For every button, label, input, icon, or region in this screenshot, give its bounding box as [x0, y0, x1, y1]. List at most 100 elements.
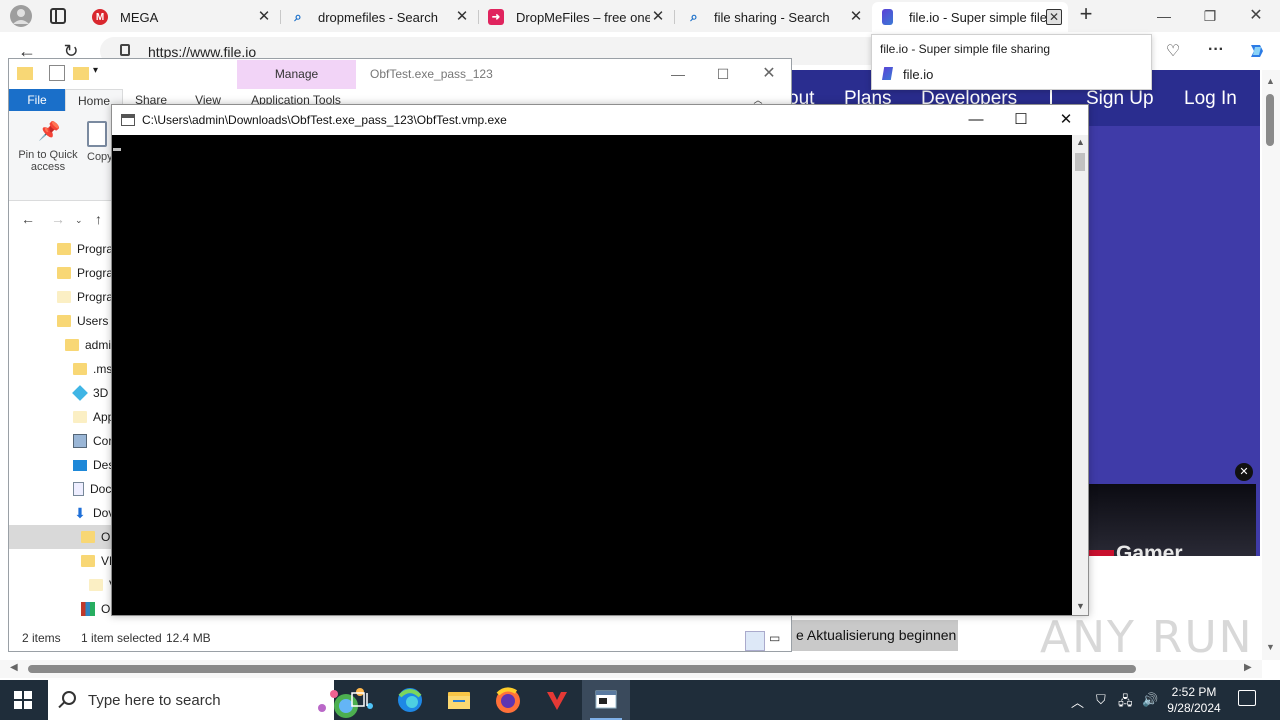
tree-item[interactable]: Progra — [57, 237, 113, 261]
tree-item[interactable]: O — [81, 597, 110, 621]
scroll-right-icon[interactable]: ▶ — [1244, 662, 1252, 673]
tree-item-selected[interactable]: O — [9, 525, 113, 549]
up-arrow-icon[interactable]: ↑ — [95, 211, 102, 227]
maximize-button[interactable]: ☐ — [712, 63, 734, 85]
forward-arrow-icon[interactable]: → — [51, 211, 65, 227]
pin-icon: 📌 — [38, 121, 61, 141]
scroll-thumb[interactable] — [1075, 153, 1085, 171]
browser-tab-dropmefiles[interactable]: ➜ DropMeFiles – free one-c ✕ — [482, 4, 672, 30]
page-vertical-scrollbar[interactable]: ▲ ▼ — [1262, 70, 1280, 660]
console-output[interactable] — [112, 135, 1072, 615]
back-arrow-icon[interactable]: ← — [21, 211, 35, 227]
tree-item[interactable]: V — [89, 573, 113, 597]
tree-item[interactable]: Progra — [57, 261, 113, 285]
copilot-icon[interactable] — [1246, 41, 1268, 61]
task-view-button[interactable] — [336, 680, 384, 720]
tree-item[interactable]: Progra — [57, 285, 113, 309]
update-button[interactable]: e Aktualisierung beginnen — [790, 620, 958, 651]
chevron-up-icon[interactable]: ︿ — [1071, 692, 1084, 711]
browser-tab-mega[interactable]: M MEGA ✕ — [86, 4, 278, 30]
maximize-button[interactable]: ☐ — [1010, 110, 1032, 130]
more-options-icon[interactable]: ··· — [1205, 41, 1227, 61]
new-folder-icon[interactable] — [73, 67, 89, 80]
tree-item[interactable]: Cor — [73, 429, 112, 453]
firefox-taskbar-button[interactable] — [484, 680, 532, 720]
console-taskbar-button[interactable] — [582, 680, 630, 720]
restore-button[interactable]: ❐ — [1200, 6, 1220, 26]
tree-item[interactable]: Users — [57, 309, 108, 333]
pin-to-quick-access-button[interactable]: 📌 Pin to Quick access — [15, 121, 81, 173]
tree-label: Doc — [90, 482, 112, 496]
minimize-button[interactable]: — — [667, 63, 689, 85]
browser-tab-fileio[interactable]: file.io - Super simple file ✕ — [872, 2, 1068, 32]
console-window: C:\Users\admin\Downloads\ObfTest.exe_pas… — [111, 104, 1089, 616]
close-icon[interactable]: ✕ — [1046, 9, 1062, 25]
tree-item[interactable]: VM — [81, 549, 113, 573]
close-window-button[interactable]: ✕ — [1246, 6, 1266, 26]
explorer-status-bar: 2 items 1 item selected 12.4 MB ▭ — [9, 625, 791, 651]
firefox-icon — [496, 687, 520, 713]
console-app-icon — [121, 114, 135, 126]
close-icon[interactable]: ✕ — [848, 9, 864, 25]
defender-icon[interactable]: ⛉ — [1096, 692, 1106, 708]
tab-hover-card: file.io - Super simple file sharing file… — [871, 34, 1152, 90]
chevron-down-icon[interactable]: ⌄ — [75, 215, 83, 226]
close-window-button[interactable]: ✕ — [758, 63, 780, 85]
edge-taskbar-button[interactable] — [386, 680, 434, 720]
close-icon[interactable]: ✕ — [1235, 463, 1253, 481]
notification-icon[interactable] — [1238, 690, 1256, 706]
details-view-icon[interactable] — [745, 631, 765, 651]
tree-label: Progra — [77, 266, 113, 280]
tab-actions-icon[interactable] — [50, 8, 66, 24]
scroll-thumb[interactable] — [28, 665, 1136, 673]
scroll-up-icon[interactable]: ▲ — [1266, 76, 1275, 86]
profile-icon[interactable] — [8, 4, 34, 28]
network-icon[interactable]: 🖧 — [1118, 692, 1133, 714]
browser-tab-dropmefiles-search[interactable]: ⌕ dropmefiles - Search ✕ — [284, 4, 476, 30]
browser-tab-file-sharing-search[interactable]: ⌕ file sharing - Search ✕ — [680, 4, 870, 30]
large-icons-view-icon[interactable]: ▭ — [769, 631, 789, 651]
tree-item[interactable]: 3D — [72, 381, 108, 405]
minimize-button[interactable]: — — [1154, 6, 1174, 26]
customize-toolbar-icon[interactable]: ▾ — [93, 65, 109, 81]
tree-item[interactable]: App — [73, 405, 113, 429]
browser-essentials-icon[interactable]: ♡ — [1162, 41, 1184, 61]
tab-manage[interactable]: Manage — [237, 60, 356, 89]
page-horizontal-scrollbar[interactable]: ◀ ▶ — [0, 660, 1262, 678]
close-icon[interactable]: ✕ — [650, 9, 666, 25]
volume-icon[interactable]: 🔊 — [1142, 692, 1158, 708]
folder-icon — [73, 411, 87, 423]
console-scrollbar[interactable]: ▲ ▼ — [1072, 135, 1088, 615]
scroll-left-icon[interactable]: ◀ — [10, 662, 18, 673]
scroll-up-icon[interactable]: ▲ — [1076, 137, 1085, 147]
tree-item[interactable]: .ms — [73, 357, 112, 381]
tree-item[interactable]: ⬇ Dov — [73, 501, 113, 525]
close-window-button[interactable]: ✕ — [1055, 110, 1077, 130]
taskbar-search-box[interactable]: Type here to search — [48, 680, 373, 720]
tree-label: admi — [85, 338, 112, 352]
tree-label: Cor — [93, 434, 113, 448]
nav-signup[interactable]: Sign Up — [1086, 88, 1154, 110]
scroll-down-icon[interactable]: ▼ — [1076, 601, 1085, 611]
tree-item[interactable]: Doc — [73, 477, 111, 501]
tab-file[interactable]: File — [9, 89, 65, 111]
new-tab-button[interactable]: + — [1076, 3, 1096, 26]
minimize-button[interactable]: — — [965, 110, 987, 130]
search-icon: ⌕ — [690, 9, 698, 24]
nav-login[interactable]: Log In — [1184, 88, 1237, 110]
close-icon[interactable]: ✕ — [454, 9, 470, 25]
tree-label: App — [93, 410, 113, 424]
folder-icon — [81, 555, 95, 567]
tree-item[interactable]: Des — [73, 453, 113, 477]
windows-start-icon[interactable] — [14, 691, 32, 709]
tree-item[interactable]: admi — [65, 333, 111, 357]
close-icon[interactable]: ✕ — [256, 9, 272, 25]
app-taskbar-button[interactable] — [533, 680, 581, 720]
folder-icon — [57, 315, 71, 327]
scroll-down-icon[interactable]: ▼ — [1266, 642, 1275, 652]
properties-icon[interactable] — [49, 65, 65, 81]
scroll-thumb[interactable] — [1266, 94, 1274, 146]
clock[interactable]: 2:52 PM 9/28/2024 — [1162, 684, 1226, 716]
file-explorer-taskbar-button[interactable] — [435, 680, 483, 720]
red-app-icon — [547, 692, 567, 710]
